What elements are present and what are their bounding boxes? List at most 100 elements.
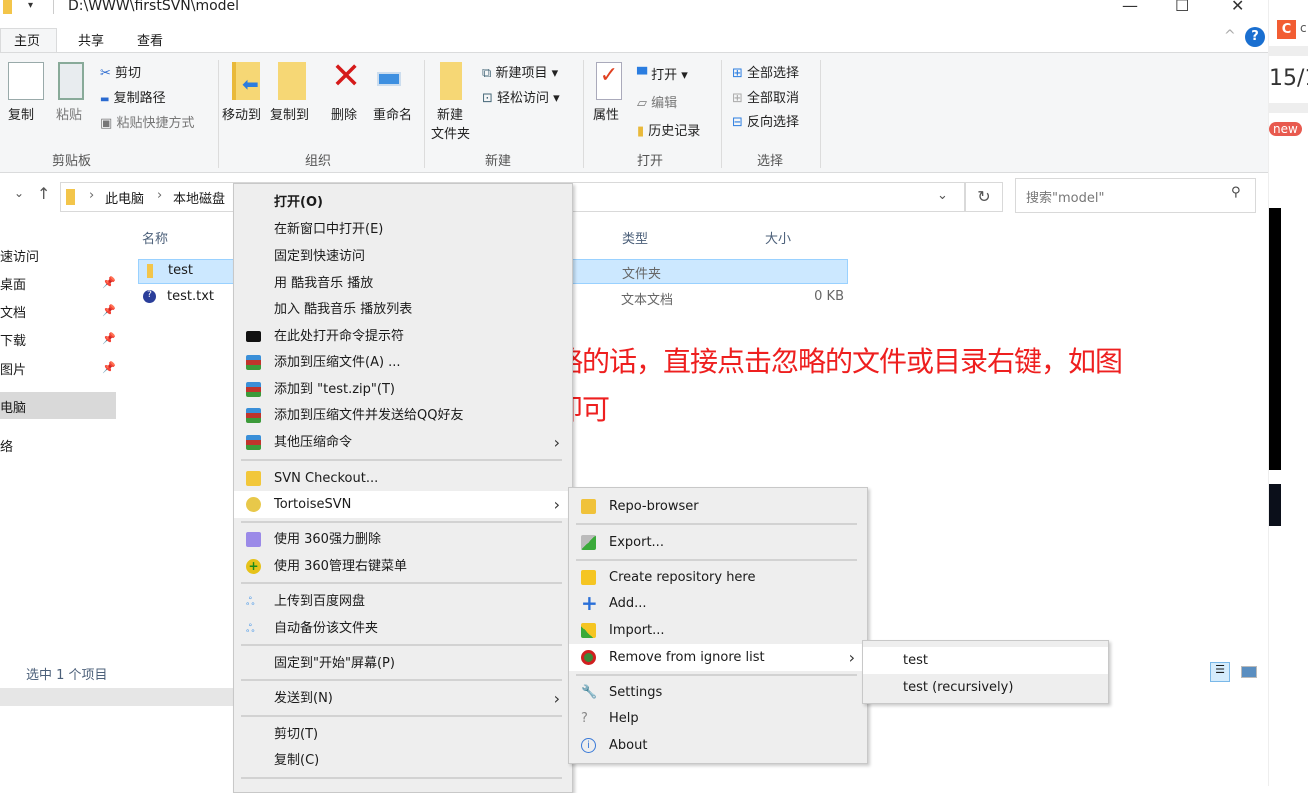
menu-item-360-manage[interactable]: + 使用 360管理右键菜单 — [234, 553, 572, 580]
file-type: 文本文档 — [621, 293, 674, 308]
help-icon: ? — [581, 711, 588, 726]
menu-item-baidu-backup[interactable]: ஃ 自动备份该文件夹 — [234, 615, 572, 642]
rename-icon — [377, 72, 401, 86]
nav-downloads[interactable]: 下载 — [0, 330, 26, 349]
menu-item-cut[interactable]: 剪切(T) — [234, 721, 572, 748]
copy-to-button[interactable]: 复制到 — [270, 104, 309, 123]
tab-view[interactable]: 查看 — [137, 30, 163, 49]
properties-button[interactable]: 属性 — [593, 104, 619, 123]
menu-item-send-to[interactable]: 发送到(N) › — [234, 685, 572, 712]
svn-item-export[interactable]: Export... — [569, 529, 867, 556]
svn-item-remove-ignore[interactable]: Remove from ignore list › — [569, 644, 867, 671]
folder-icon — [66, 189, 75, 205]
recent-locations-icon[interactable]: ⌄ — [14, 186, 24, 200]
menu-item-copy[interactable]: 复制(C) — [234, 747, 572, 774]
refresh-button[interactable]: ↻ — [965, 182, 1003, 212]
column-name[interactable]: 名称 — [142, 228, 168, 247]
paste-button[interactable]: 粘贴 — [56, 104, 82, 123]
dark-panel — [1269, 484, 1281, 526]
breadcrumb-local-disk[interactable]: 本地磁盘 — [173, 188, 225, 207]
paste-shortcut-button[interactable]: ▣ 粘贴快捷方式 — [100, 112, 194, 131]
nav-quick-access[interactable]: 速访问 — [0, 246, 39, 265]
winrar-icon — [246, 408, 261, 423]
delete-button[interactable]: 删除 — [331, 104, 357, 123]
menu-item-open[interactable]: 打开(O) — [234, 189, 572, 216]
breadcrumb-separator: › — [157, 188, 163, 203]
quick-access-dropdown-icon[interactable]: ▾ — [28, 0, 33, 11]
nav-network[interactable]: 络 — [0, 436, 13, 455]
menu-item-add-archive[interactable]: 添加到压缩文件(A) ... — [234, 349, 572, 376]
select-none-icon: ⊞ — [732, 91, 743, 106]
svn-item-settings[interactable]: 🔧 Settings — [569, 679, 867, 706]
menu-item-pin-start[interactable]: 固定到"开始"屏幕(P) — [234, 650, 572, 677]
help-icon[interactable]: ? — [1245, 27, 1265, 47]
svn-item-import[interactable]: Import... — [569, 617, 867, 644]
open-button[interactable]: ▀ 打开 ▾ — [637, 64, 688, 83]
menu-item-svn-checkout[interactable]: SVN Checkout... — [234, 465, 572, 492]
winrar-icon — [246, 382, 261, 397]
browser-tab-text: c — [1300, 21, 1307, 35]
search-input[interactable]: 搜索"model" ⚲ — [1015, 178, 1256, 213]
history-button[interactable]: ▮ 历史记录 — [637, 120, 700, 139]
close-button[interactable]: ✕ — [1231, 0, 1244, 15]
menu-item-pin-quick-access[interactable]: 固定到快速访问 — [234, 243, 572, 270]
menu-item-kuwo-playlist[interactable]: 加入 酷我音乐 播放列表 — [234, 296, 572, 323]
menu-item-360-delete[interactable]: 使用 360强力删除 — [234, 526, 572, 553]
tab-share[interactable]: 共享 — [78, 30, 104, 49]
details-view-icon[interactable]: ☰ — [1210, 662, 1230, 682]
up-arrow-icon[interactable]: ↑ — [37, 184, 50, 203]
minimize-button[interactable]: — — [1122, 0, 1138, 15]
menu-item-open-new-window[interactable]: 在新窗口中打开(E) — [234, 216, 572, 243]
svn-item-repo-browser[interactable]: Repo-browser — [569, 493, 867, 520]
svn-item-help[interactable]: ? Help — [569, 705, 867, 732]
nav-pictures[interactable]: 图片 — [0, 359, 26, 378]
new-item-icon: ⧉ — [482, 66, 492, 81]
column-size[interactable]: 大小 — [765, 228, 791, 247]
folder-icon — [3, 0, 12, 14]
menu-item-tortoisesvn[interactable]: TortoiseSVN › — [234, 491, 572, 518]
menu-item-cmd[interactable]: 在此处打开命令提示符 — [234, 323, 572, 350]
address-dropdown-icon[interactable]: ⌄ — [937, 188, 948, 203]
large-icons-view-icon[interactable] — [1241, 666, 1257, 678]
svn-item-about[interactable]: i About — [569, 732, 867, 759]
cut-button[interactable]: ✂ 剪切 — [100, 62, 141, 81]
easy-access-button[interactable]: ⊡ 轻松访问 ▾ — [482, 87, 560, 106]
breadcrumb-this-pc[interactable]: 此电脑 — [105, 188, 144, 207]
menu-item-kuwo-play[interactable]: 用 酷我音乐 播放 — [234, 270, 572, 297]
menu-separator — [241, 582, 562, 584]
invert-selection-button[interactable]: ⊟ 反向选择 — [732, 111, 799, 130]
ignore-item-test-recursive[interactable]: test (recursively) — [863, 674, 1108, 701]
new-folder-button[interactable]: 新建 文件夹 — [431, 104, 470, 142]
group-label-open: 打开 — [637, 154, 664, 169]
edit-button[interactable]: ▱ 编辑 — [637, 92, 677, 111]
background-browser-window[interactable]: C c 15/1 new — [1268, 0, 1308, 786]
menu-item-archive-send-qq[interactable]: 添加到压缩文件并发送给QQ好友 — [234, 402, 572, 429]
copy-button[interactable]: 复制 — [8, 104, 34, 123]
nav-documents[interactable]: 文档 — [0, 302, 26, 321]
maximize-button[interactable]: ☐ — [1175, 0, 1189, 15]
nav-desktop[interactable]: 桌面 — [0, 274, 26, 293]
ignore-item-test[interactable]: test — [863, 647, 1108, 674]
tab-home[interactable]: 主页 — [0, 28, 57, 52]
column-type[interactable]: 类型 — [622, 228, 648, 247]
collapse-ribbon-icon[interactable]: ^ — [1224, 28, 1236, 44]
status-bar-bg — [0, 688, 233, 706]
move-to-button[interactable]: 移动到 — [222, 104, 261, 123]
select-all-icon: ⊞ — [732, 66, 743, 81]
svn-item-add[interactable]: + Add... — [569, 590, 867, 617]
svn-item-create-repo[interactable]: Create repository here — [569, 564, 867, 591]
rename-button[interactable]: 重命名 — [373, 104, 412, 123]
gray-band — [1269, 46, 1308, 56]
menu-item-add-test-zip[interactable]: 添加到 "test.zip"(T) — [234, 376, 572, 403]
open-icon: ▀ — [637, 68, 647, 83]
group-separator — [583, 60, 584, 168]
tortoisesvn-submenu: Repo-browser Export... Create repository… — [568, 487, 868, 764]
menu-item-baidu-upload[interactable]: ஃ 上传到百度网盘 — [234, 588, 572, 615]
select-all-button[interactable]: ⊞ 全部选择 — [732, 62, 799, 81]
new-item-button[interactable]: ⧉ 新建项目 ▾ — [482, 62, 558, 81]
about-icon: i — [581, 738, 596, 753]
select-none-button[interactable]: ⊞ 全部取消 — [732, 87, 799, 106]
copy-path-button[interactable]: ▬ 复制路径 — [100, 87, 166, 106]
nav-this-pc[interactable]: 电脑 — [0, 397, 26, 416]
menu-item-other-compress[interactable]: 其他压缩命令 › — [234, 429, 572, 456]
